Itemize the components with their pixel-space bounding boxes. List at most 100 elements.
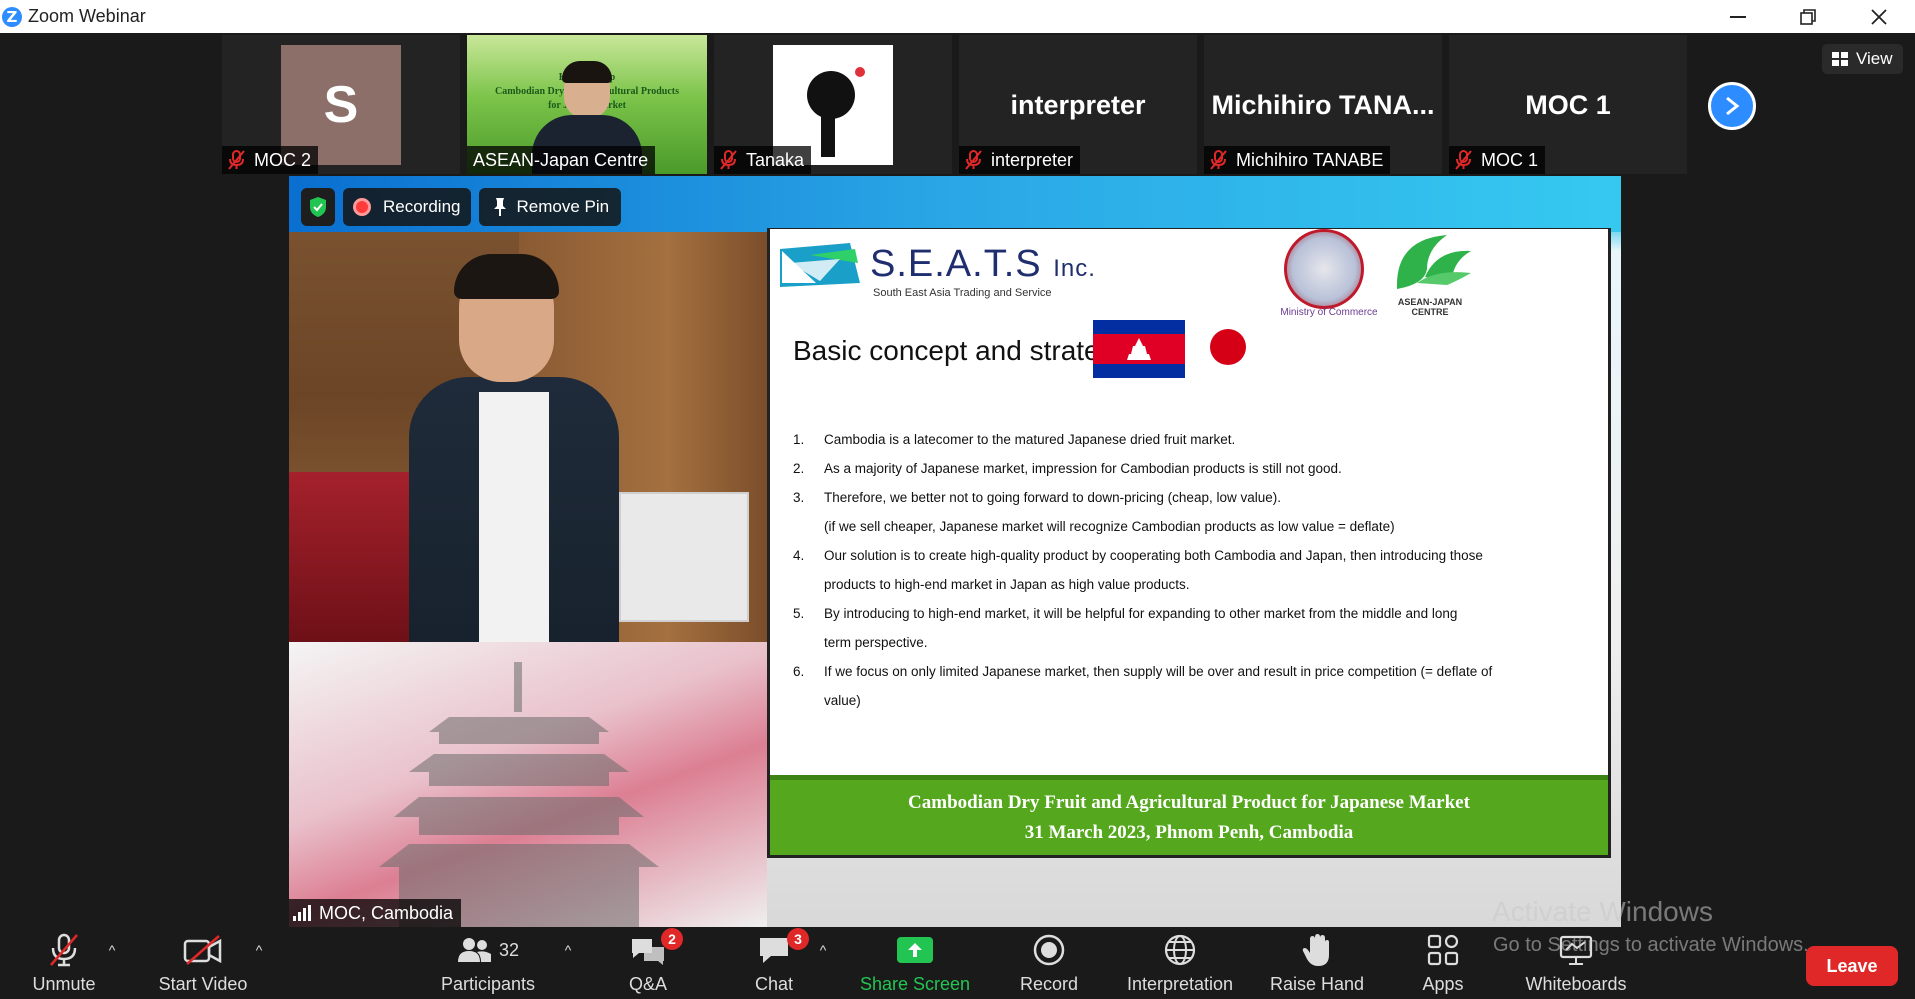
participant-name-tag: Michihiro TANABE [1204,146,1391,174]
speaker-hair [454,254,559,299]
participant-name: Tanaka [746,149,805,170]
participants-icon [457,938,491,962]
point-number: 4. [793,548,805,563]
slide-footer: Cambodian Dry Fruit and Agricultural Pro… [770,775,1608,855]
participants-label: Participants [440,974,536,994]
participant-name: MOC 1 [1481,149,1539,170]
strategy-point: 6. If we focus on only limited Japanese m… [793,657,1583,686]
strategy-point: products to high-end market in Japan as … [793,570,1583,599]
point-number: 2. [793,461,805,476]
audio-options-caret[interactable]: ^ [103,942,121,958]
point-number: 6. [793,664,805,679]
view-button[interactable]: View [1822,44,1903,74]
recording-dot-icon [353,198,371,216]
minimize-button[interactable] [1703,0,1773,33]
point-number: 5. [793,606,805,621]
title-bar: Z Zoom Webinar [0,0,1915,33]
share-screen-icon [897,937,933,963]
speaker-name-tag: MOC, Cambodia [289,899,462,927]
participant-display-name: MOC 1 [1525,90,1611,120]
japan-flag-icon [1210,329,1246,365]
chat-label: Chat [754,974,794,994]
main-stage[interactable]: S.E.A.T.S Inc. South East Asia Trading a… [289,176,1621,927]
chat-options-caret[interactable]: ^ [814,942,832,958]
unmute-label: Unmute [32,974,96,994]
share-screen-button[interactable]: Share Screen [858,932,972,999]
point-text: By introducing to high-end market, it wi… [824,606,1458,621]
zoom-webinar-window: Z Zoom Webinar S MOC 2 Hy hop Cambodian … [0,0,1915,999]
podium [289,472,409,642]
interpretation-button[interactable]: Interpretation [1118,932,1242,999]
mic-muted-icon [720,150,737,170]
activation-watermark-hint: Go to Settings to activate Windows. [1493,934,1809,956]
participant-thumbnail[interactable]: S MOC 2 [222,35,460,174]
point-number [793,628,824,657]
moc-caption: Ministry of Commerce [1280,307,1378,318]
cambodia-flag-icon [1093,320,1185,378]
record-icon [1033,934,1065,966]
participant-thumbnail[interactable]: MOC 1 MOC 1 [1449,35,1687,174]
participant-thumbnail[interactable]: Hy hop Cambodian Dry Fr gricultural Prod… [467,35,707,174]
participant-name: Michihiro TANABE [1236,149,1384,170]
point-text: (if we sell cheaper, Japanese market wil… [824,519,1395,534]
strategy-point: value) [793,686,1583,715]
strategy-point: term perspective. [793,628,1583,657]
record-label: Record [1019,974,1079,994]
strategy-point: 2. As a majority of Japanese market, impr… [793,454,1583,483]
security-shield-icon[interactable] [301,188,335,226]
speaker-name: MOC, Cambodia [319,902,454,923]
pagoda-background [289,642,767,927]
raise-hand-button[interactable]: Raise Hand [1268,932,1366,999]
remove-pin-label: Remove Pin [516,197,610,216]
point-text: Our solution is to create high-quality p… [824,548,1483,563]
share-screen-label: Share Screen [859,974,971,994]
chat-button[interactable]: 3 Chat [746,928,809,999]
close-button[interactable] [1844,0,1914,33]
participant-display-name: interpreter [1010,90,1146,120]
globe-icon [1164,934,1196,966]
qa-button[interactable]: 2 Q&A [620,928,683,999]
strategy-point: 3. Therefore, we better not to going forw… [793,483,1583,512]
footer-event-date: 31 March 2023, Phnom Penh, Cambodia [1024,821,1354,843]
qa-badge: 2 [661,928,683,950]
participant-name: ASEAN-Japan Centre [473,149,649,170]
company-tagline: South East Asia Trading and Service [873,287,1052,299]
point-number: 1. [793,432,805,447]
start-video-label: Start Video [158,974,248,994]
chat-badge: 3 [787,928,809,950]
leave-button[interactable]: Leave [1806,946,1898,986]
participant-display-name: Michihiro TANA... [1211,90,1435,120]
record-button[interactable]: Record [1012,932,1086,999]
participants-options-caret[interactable]: ^ [559,942,577,958]
restore-button[interactable] [1773,0,1843,33]
pin-icon [493,198,506,216]
raise-hand-label: Raise Hand [1269,974,1365,994]
strategy-list: 1. Cambodia is a latecomer to the matured… [793,425,1583,715]
point-number: 3. [793,490,805,505]
asean-japan-centre-logo-icon [1396,235,1471,289]
apps-icon [1427,934,1459,966]
mic-muted-icon [965,150,982,170]
video-options-caret[interactable]: ^ [250,942,268,958]
participant-thumbnail[interactable]: Tanaka [714,35,952,174]
next-page-button[interactable] [1708,82,1756,130]
participant-thumbnail[interactable]: interpreter interpreter [959,35,1197,174]
pagoda-icon [379,662,659,927]
restore-icon [1800,8,1816,25]
recording-indicator[interactable]: Recording [343,188,471,226]
speaker-hair [562,61,612,83]
remove-pin-button[interactable]: Remove Pin [478,188,622,226]
strategy-point: 5. By introducing to high-end market, it … [793,599,1583,628]
participants-count: 32 [498,939,520,960]
participant-name-tag: MOC 2 [222,146,319,174]
participant-thumbnail[interactable]: Michihiro TANA... Michihiro TANABE [1204,35,1442,174]
unmute-button[interactable]: Unmute [28,932,100,999]
apps-button[interactable]: Apps [1420,932,1466,999]
participants-button[interactable]: 32 Participants [436,932,540,999]
qa-label: Q&A [628,974,667,994]
view-button-label: View [1856,49,1893,68]
stage-controls: Recording Remove Pin [301,188,622,226]
footer-event-title: Cambodian Dry Fruit and Agricultural Pro… [908,791,1470,813]
start-video-button[interactable]: Start Video [153,932,253,999]
participant-name-tag: ASEAN-Japan Centre [467,146,656,174]
